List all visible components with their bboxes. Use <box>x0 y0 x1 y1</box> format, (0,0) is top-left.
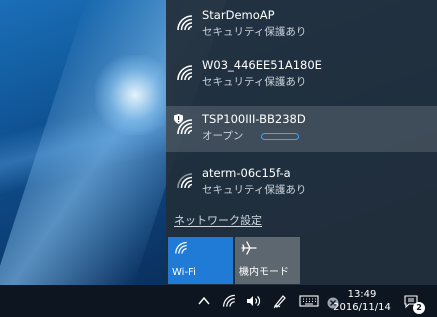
wifi-signal-icon <box>177 15 193 31</box>
network-item-aterm[interactable]: aterm-06c15f-a セキュリティ保護あり <box>166 160 437 206</box>
highlight-mark <box>261 133 299 140</box>
wifi-tray-icon[interactable] <box>222 293 238 309</box>
clock-time: 13:49 <box>347 289 377 300</box>
wifi-icon <box>175 241 187 254</box>
network-item-w03[interactable]: W03_446EE51A180E セキュリティ保護あり <box>166 52 437 98</box>
wallpaper-glow <box>95 55 175 135</box>
wifi-tile-label: Wi-Fi <box>172 267 196 278</box>
chevron-up-icon[interactable] <box>198 293 210 309</box>
network-item-stardemoap[interactable]: StarDemoAP セキュリティ保護あり <box>166 2 437 48</box>
airplane-icon <box>241 241 257 255</box>
network-name: TSP100III-BB238D <box>202 112 306 126</box>
network-status: セキュリティ保護あり <box>202 76 307 88</box>
wifi-signal-icon <box>177 119 193 135</box>
network-settings-link[interactable]: ネットワーク設定 <box>174 212 262 228</box>
airplane-mode-tile[interactable]: 機内モード <box>235 237 300 284</box>
network-status: セキュリティ保護あり <box>202 26 307 38</box>
network-item-tsp100iii[interactable]: TSP100III-BB238D オープン <box>166 106 437 152</box>
clock[interactable]: 13:49 2016/11/14 <box>328 288 396 314</box>
pen-icon[interactable] <box>272 293 288 309</box>
network-name: W03_446EE51A180E <box>202 58 322 72</box>
notification-badge: 2 <box>413 302 425 314</box>
wifi-toggle-tile[interactable]: Wi-Fi <box>168 237 233 284</box>
wifi-signal-weak-icon <box>177 173 193 189</box>
clock-date: 2016/11/14 <box>333 302 391 313</box>
network-name: aterm-06c15f-a <box>202 166 291 180</box>
network-flyout: StarDemoAP セキュリティ保護あり W03_446EE51A180E セ… <box>166 0 437 285</box>
network-status: セキュリティ保護あり <box>202 184 307 196</box>
volume-icon[interactable] <box>245 293 261 309</box>
taskbar: 13:49 2016/11/14 2 <box>0 285 437 317</box>
network-status: オープン <box>202 130 244 142</box>
airplane-tile-label: 機内モード <box>239 267 289 278</box>
wifi-signal-icon <box>177 65 193 81</box>
keyboard-icon[interactable] <box>299 293 319 309</box>
network-name: StarDemoAP <box>202 8 275 22</box>
